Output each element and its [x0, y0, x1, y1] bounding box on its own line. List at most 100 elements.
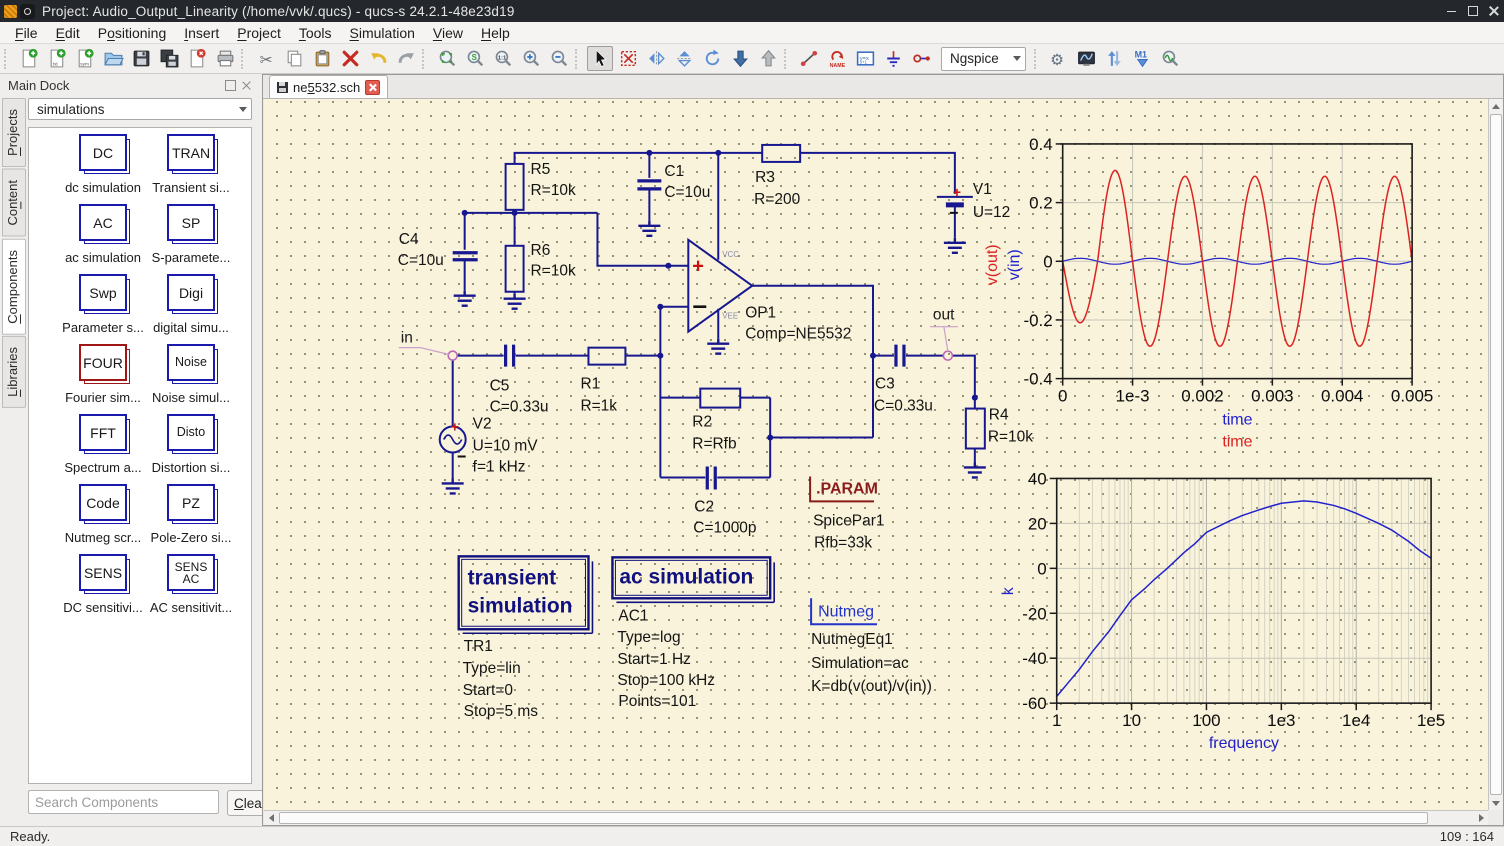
svg-text:1e-3: 1e-3 [1116, 387, 1150, 406]
new-text-document-button[interactable]: txt [44, 46, 70, 71]
component-item[interactable]: AC ac simulation [59, 204, 147, 274]
sidebar-tab-libraries[interactable]: Libraries [2, 336, 26, 409]
insert-ground-button[interactable] [880, 46, 906, 71]
zoom-selection-button[interactable]: S [462, 46, 488, 71]
zoom-1-1-button[interactable]: 1:1 [490, 46, 516, 71]
menu-insert[interactable]: Insert [175, 23, 228, 43]
component-item[interactable]: PZ Pole-Zero si... [147, 484, 235, 554]
rotate-button[interactable] [699, 46, 725, 71]
save-button[interactable] [128, 46, 154, 71]
insert-equation-button[interactable]: y=x u+1 [852, 46, 878, 71]
component-item[interactable]: SP S-paramete... [147, 204, 235, 274]
insert-wire-label-button[interactable]: NAME [824, 46, 850, 71]
chart-transient[interactable]: 0 1e-3 0.002 0.003 0.004 0.005 0.4 0.2 0 -0.2 -0.4… [984, 135, 1434, 451]
undo-button[interactable] [365, 46, 391, 71]
schematic[interactable]: + + + [398, 143, 988, 635]
component-item[interactable]: SENS AC AC sensitivit... [147, 554, 235, 624]
qucs-logo-icon [4, 4, 17, 18]
menu-positioning[interactable]: Positioning [89, 23, 176, 43]
insert-port-button[interactable] [908, 46, 934, 71]
copy-button[interactable] [281, 46, 307, 71]
vertical-scrollbar[interactable] [1488, 99, 1503, 810]
mirror-y-button[interactable] [643, 46, 669, 71]
component-item[interactable]: DC dc simulation [59, 134, 147, 204]
svg-text:v(in): v(in) [1006, 249, 1023, 280]
schematic-label: R=10k [988, 429, 1033, 446]
tab-close-button[interactable] [365, 79, 381, 95]
exchange-documents-button[interactable] [1102, 46, 1128, 71]
horizontal-scroll-thumb[interactable] [279, 812, 1428, 824]
menu-file[interactable]: File [6, 23, 47, 43]
toolbar-group-handle [575, 48, 582, 69]
component-item[interactable]: Disto Distortion si... [147, 414, 235, 484]
component-item[interactable]: FFT Spectrum a... [59, 414, 147, 484]
insert-wire-button[interactable] [796, 46, 822, 71]
component-item[interactable]: FOUR Fourier sim... [59, 344, 147, 414]
save-all-button[interactable] [156, 46, 182, 71]
component-item[interactable]: Noise Noise simul... [147, 344, 235, 414]
vertical-scroll-thumb[interactable] [1490, 114, 1502, 795]
document-tab[interactable]: ne5532.sch [269, 75, 389, 98]
scroll-down-icon[interactable] [1489, 796, 1503, 810]
deactivate-button[interactable] [615, 46, 641, 71]
menu-view[interactable]: View [424, 23, 472, 43]
sidebar-tab-components[interactable]: Components [2, 238, 26, 335]
zoom-out-button[interactable] [546, 46, 572, 71]
wires[interactable] [451, 151, 976, 479]
delete-button[interactable] [337, 46, 363, 71]
application-window: Project: Audio_Output_Linearity (/home/v… [0, 0, 1504, 846]
view-data-display-button[interactable] [1074, 46, 1100, 71]
zoom-fit-button[interactable] [434, 46, 460, 71]
scroll-up-icon[interactable] [1489, 99, 1503, 113]
push-into-subcircuit-button[interactable] [727, 46, 753, 71]
window-menu-icon[interactable] [20, 3, 35, 19]
close-button[interactable] [1483, 0, 1504, 22]
menu-help[interactable]: Help [472, 23, 519, 43]
set-marker-button[interactable]: M1 [1130, 46, 1156, 71]
new-schematic-button[interactable] [16, 46, 42, 71]
search-components-input[interactable] [28, 790, 219, 814]
pop-out-button[interactable] [755, 46, 781, 71]
cut-button[interactable]: ✂ [253, 46, 279, 71]
component-item[interactable]: SENS DC sensitivi... [59, 554, 147, 624]
select-button[interactable] [587, 46, 613, 71]
dock-close-icon[interactable] [242, 80, 252, 90]
menu-edit[interactable]: Edit [47, 23, 89, 43]
component-item[interactable]: TRAN Transient si... [147, 134, 235, 204]
new-symbol-document-icon: sym [78, 48, 94, 68]
mirror-x-button[interactable] [671, 46, 697, 71]
print-button[interactable] [212, 46, 238, 71]
schematic-svg[interactable]: + + + 0 1e-3 0.002 0.003 0.004 0.0050.40… [264, 99, 1488, 810]
chart-ac[interactable]: 1 10 100 1e3 1e4 1e5 40 20 0 -20 -40 -60 frequency k [1000, 469, 1445, 752]
schematic-canvas[interactable]: + + + 0 1e-3 0.002 0.003 0.004 0.005 0.4… [264, 99, 1488, 810]
component-item[interactable]: Code Nutmeg scr... [59, 484, 147, 554]
scroll-right-icon[interactable] [1474, 811, 1488, 825]
paste-button[interactable] [309, 46, 335, 71]
sidebar-tab-content[interactable]: Content [2, 168, 26, 237]
sidebar-tab-projects[interactable]: Projects [2, 98, 26, 167]
close-document-button[interactable] [184, 46, 210, 71]
menu-project[interactable]: Project [228, 23, 290, 43]
scroll-left-icon[interactable] [264, 811, 278, 825]
maximize-button[interactable] [1462, 0, 1483, 22]
open-document-button[interactable] [100, 46, 126, 71]
component-category-select[interactable]: simulations [28, 98, 252, 120]
horizontal-scrollbar[interactable] [264, 810, 1488, 825]
opamp[interactable]: + [687, 237, 754, 334]
minimize-button[interactable] [1441, 0, 1462, 22]
component-item[interactable]: Digi digital simu... [147, 274, 235, 344]
component-item[interactable]: Swp Parameter s... [59, 274, 147, 344]
menu-simulation[interactable]: Simulation [341, 23, 424, 43]
svg-text:NAME: NAME [829, 63, 845, 69]
redo-button[interactable] [393, 46, 419, 71]
schematic-label: C4 [399, 231, 419, 248]
ac-voltage-source[interactable]: + [438, 419, 467, 458]
new-symbol-document-button[interactable]: sym [72, 46, 98, 71]
zoom-in-button[interactable] [518, 46, 544, 71]
dock-float-icon[interactable] [225, 79, 236, 91]
menu-tools[interactable]: Tools [290, 23, 341, 43]
simulate-button[interactable]: ⚙ [1046, 46, 1072, 71]
curve-k[interactable] [1056, 500, 1432, 697]
zoom-curve-button[interactable] [1158, 46, 1184, 71]
simulator-select[interactable]: Ngspice [941, 46, 1026, 71]
